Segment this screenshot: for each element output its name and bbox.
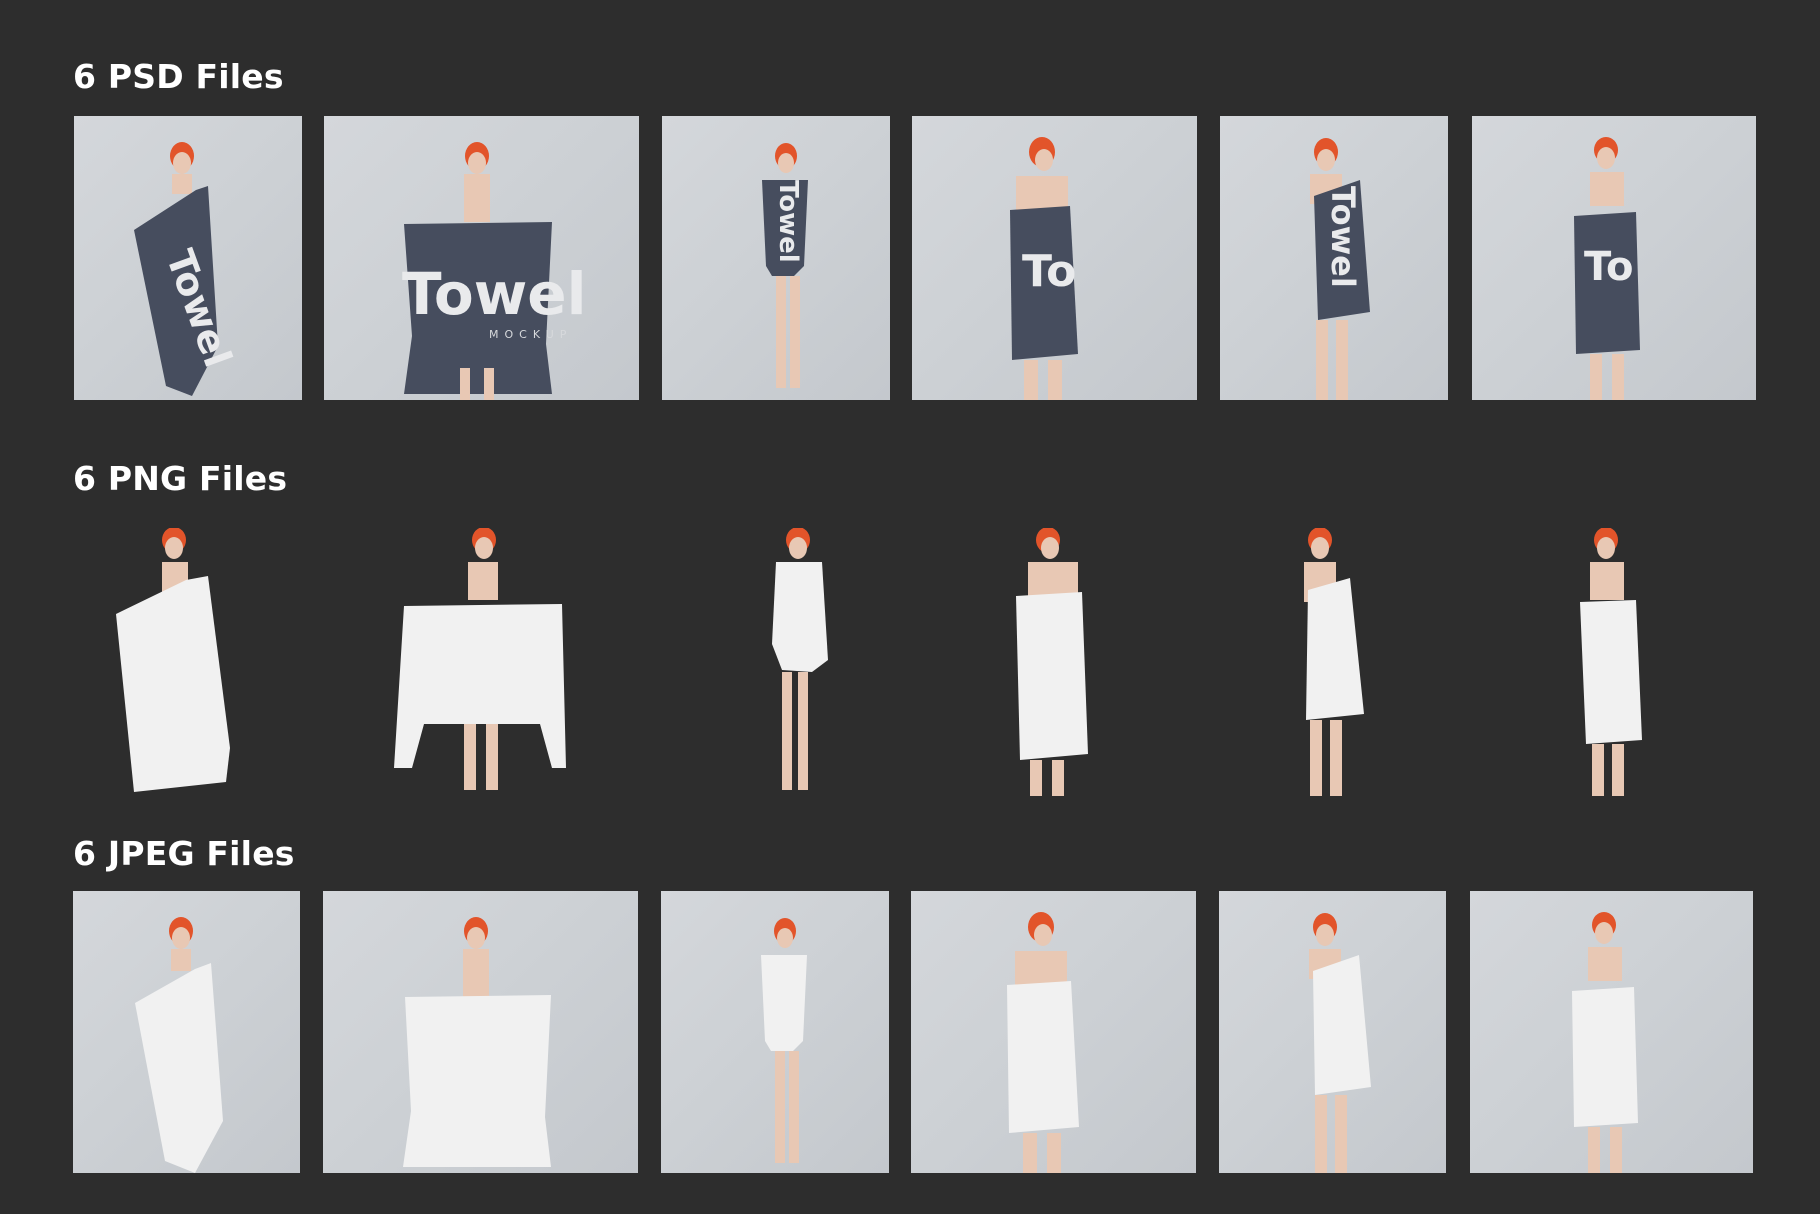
png-cutout-3[interactable] — [748, 528, 848, 796]
model-image: Towel MOCKUP — [402, 142, 587, 400]
jpeg-preview-5[interactable] — [1219, 891, 1446, 1173]
model-image: Towel — [1310, 138, 1370, 400]
jpeg-preview-1[interactable] — [73, 891, 300, 1173]
jpeg-preview-3[interactable] — [661, 891, 889, 1173]
model-image — [403, 917, 551, 1167]
model-image: To — [1574, 137, 1640, 400]
model-image — [772, 528, 828, 790]
svg-text:To: To — [1022, 246, 1076, 297]
psd-preview-1[interactable]: Towel — [74, 116, 302, 400]
model-image — [394, 528, 566, 790]
model-image — [135, 917, 223, 1173]
model-image: To — [1010, 137, 1078, 400]
svg-text:Towel: Towel — [773, 180, 803, 263]
jpeg-preview-6[interactable] — [1470, 891, 1753, 1173]
model-image — [1016, 528, 1088, 796]
psd-preview-3[interactable]: Towel — [662, 116, 890, 400]
psd-preview-4[interactable]: To — [912, 116, 1197, 400]
jpeg-preview-4[interactable] — [911, 891, 1196, 1173]
model-image: Towel — [134, 142, 240, 396]
png-cutout-4[interactable] — [996, 528, 1108, 796]
model-image — [116, 528, 230, 792]
svg-text:To: To — [1584, 244, 1633, 290]
png-cutout-2[interactable] — [382, 528, 574, 792]
png-cutout-1[interactable] — [104, 528, 252, 792]
model-image — [761, 918, 807, 1163]
jpeg-preview-2[interactable] — [323, 891, 638, 1173]
png-cutout-5[interactable] — [1270, 528, 1382, 796]
svg-text:Towel: Towel — [1324, 186, 1362, 288]
png-section-title: 6 PNG Files — [73, 459, 288, 498]
model-image: Towel — [762, 143, 808, 388]
model-image — [1580, 528, 1642, 796]
model-image — [1304, 528, 1364, 796]
model-image — [1007, 912, 1079, 1173]
psd-preview-2[interactable]: Towel MOCKUP — [324, 116, 639, 400]
psd-preview-5[interactable]: Towel — [1220, 116, 1448, 400]
model-image — [1309, 913, 1371, 1173]
psd-preview-6[interactable]: To — [1472, 116, 1756, 400]
model-image — [1572, 912, 1638, 1173]
psd-section-title: 6 PSD Files — [73, 57, 284, 96]
svg-text:Towel: Towel — [402, 260, 587, 328]
jpeg-section-title: 6 JPEG Files — [73, 834, 295, 873]
svg-text:MOCKUP: MOCKUP — [489, 328, 572, 341]
png-cutout-6[interactable] — [1546, 528, 1662, 796]
